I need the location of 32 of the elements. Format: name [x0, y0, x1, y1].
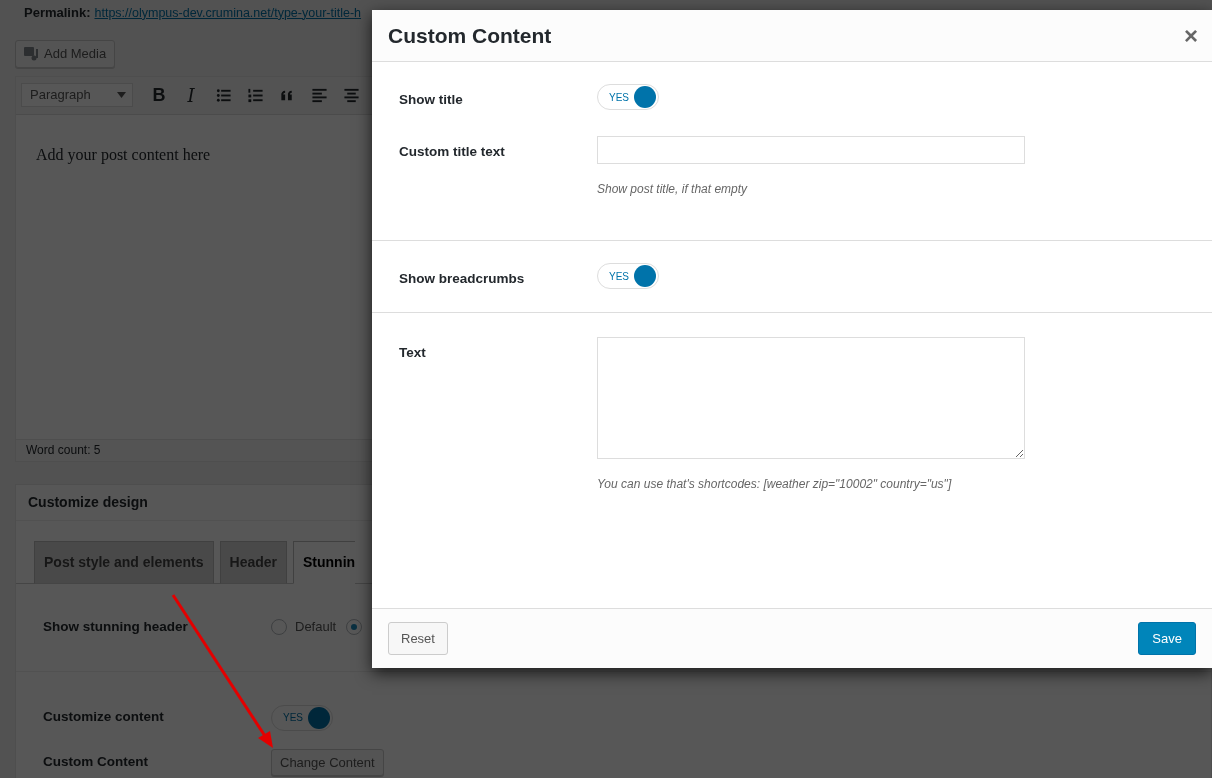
radio-button[interactable] — [346, 619, 363, 635]
field-label: Show breadcrumbs — [399, 270, 526, 289]
toggle-switch[interactable]: YES — [597, 84, 659, 110]
close-button[interactable]: × — [1184, 23, 1198, 48]
align-left-icon[interactable] — [310, 86, 328, 104]
field-label: Text — [399, 343, 427, 362]
field-label: Custom Content — [43, 753, 149, 772]
modal-title: Custom Content — [388, 22, 552, 49]
bold-button[interactable]: B — [145, 81, 173, 109]
save-button[interactable]: Save — [1138, 621, 1196, 656]
numbered-list-icon[interactable] — [246, 86, 264, 104]
italic-button[interactable]: I — [177, 81, 205, 109]
caret-icon — [117, 92, 126, 98]
text-input[interactable] — [597, 136, 1025, 165]
text-area[interactable] — [597, 336, 1025, 459]
tab[interactable]: Stunnin — [293, 540, 356, 584]
radio-button[interactable] — [271, 619, 287, 635]
toggle-switch[interactable]: YES — [271, 704, 333, 731]
field-label: Customize content — [43, 708, 165, 727]
field-label: Custom title text — [399, 143, 506, 162]
permalink-url[interactable]: https://olympus-dev.crumina.net/type-your-title-h — [94, 3, 362, 23]
hint-text: Show post title, if that empty — [597, 181, 749, 199]
field-label: Show title — [399, 91, 464, 109]
permalink-label: Permalink: — [24, 4, 91, 23]
field-label: Show stunning header — [43, 617, 189, 636]
align-center-icon[interactable] — [342, 86, 360, 104]
toggle-switch[interactable]: YES — [597, 263, 659, 290]
media-icon — [24, 45, 40, 62]
bulleted-list-icon[interactable] — [214, 86, 232, 104]
radio-label: Default — [295, 618, 337, 637]
format-select[interactable]: Paragraph — [21, 83, 133, 107]
reset-button[interactable]: Reset — [388, 621, 448, 656]
